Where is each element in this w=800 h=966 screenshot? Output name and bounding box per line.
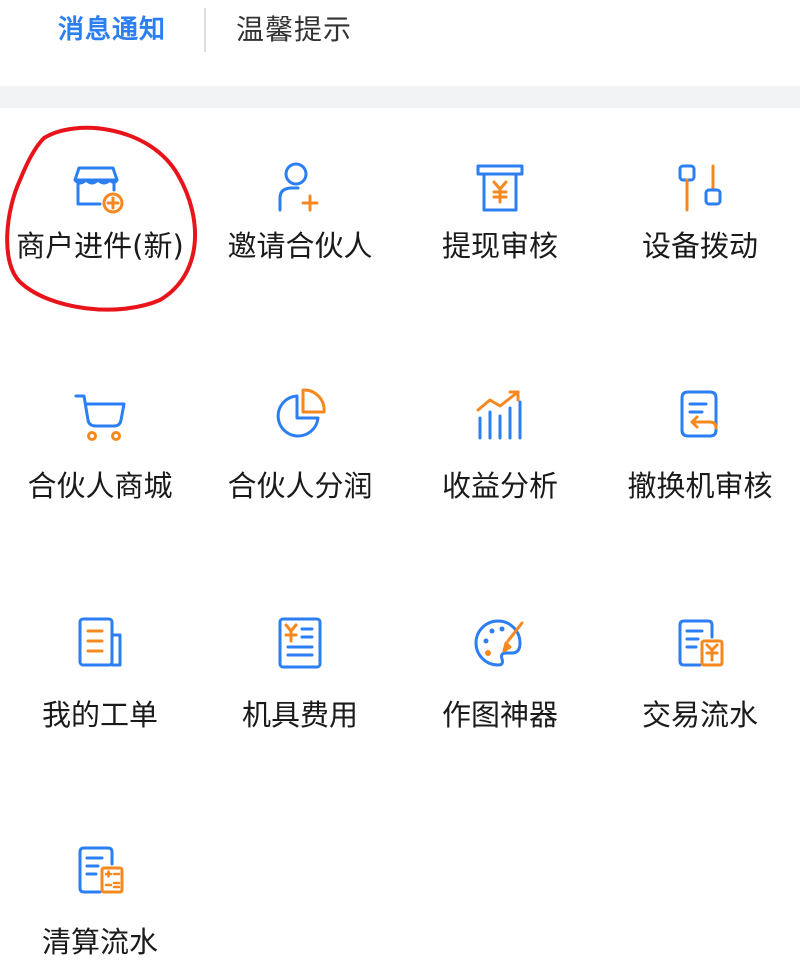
tab-message-notice[interactable]: 消息通知 [58,10,188,50]
transaction-record-icon [670,613,730,673]
tab-divider [204,8,206,52]
menu-item-revenue-analysis[interactable]: 收益分析 [400,334,600,534]
menu-item-label: 机具费用 [241,698,358,732]
menu-item-label: 设备拨动 [641,229,758,263]
function-grid: 商户进件(新) 邀请合伙人 提现审核 设备拨动 合伙人商城 合伙人分润 收益分析… [0,108,800,966]
menu-item-label: 清算流水 [41,925,158,959]
palette-icon [470,613,530,673]
menu-item-transaction-records[interactable]: 交易流水 [600,563,800,763]
atm-withdraw-icon [470,158,530,218]
menu-item-label: 合伙人商城 [27,469,173,503]
menu-item-replacement-review[interactable]: 撤换机审核 [600,334,800,534]
menu-item-label: 提现审核 [441,229,558,263]
menu-item-settlement-records[interactable]: 清算流水 [0,790,200,966]
return-document-icon [670,384,730,444]
menu-item-label: 收益分析 [441,469,558,503]
section-separator [0,86,800,108]
menu-item-partner-mall[interactable]: 合伙人商城 [0,334,200,534]
trend-chart-icon [470,384,530,444]
menu-item-label: 商户进件(新) [16,229,184,263]
menu-item-device-fees[interactable]: 机具费用 [200,563,400,763]
store-add-icon [70,158,130,218]
menu-item-label: 我的工单 [41,698,158,732]
menu-item-label: 撤换机审核 [627,469,773,503]
menu-item-label: 作图神器 [441,698,558,732]
work-order-icon [70,613,130,673]
menu-item-partner-profit-share[interactable]: 合伙人分润 [200,334,400,534]
shopping-cart-icon [70,384,130,444]
menu-item-invite-partner[interactable]: 邀请合伙人 [200,108,400,308]
menu-item-label: 合伙人分润 [227,469,373,503]
menu-item-withdraw-review[interactable]: 提现审核 [400,108,600,308]
tab-warm-tips[interactable]: 温馨提示 [236,10,352,50]
settlement-record-icon [70,840,130,900]
add-person-icon [270,158,330,218]
menu-item-my-work-orders[interactable]: 我的工单 [0,563,200,763]
top-tab-bar: 消息通知 温馨提示 [0,0,800,86]
pie-chart-icon [270,384,330,444]
device-adjust-icon [670,158,730,218]
menu-item-label: 交易流水 [641,698,758,732]
menu-item-device-transfer[interactable]: 设备拨动 [600,108,800,308]
menu-item-design-tool[interactable]: 作图神器 [400,563,600,763]
menu-item-label: 邀请合伙人 [227,229,373,263]
menu-item-merchant-onboarding[interactable]: 商户进件(新) [0,108,200,308]
fee-document-icon [270,613,330,673]
